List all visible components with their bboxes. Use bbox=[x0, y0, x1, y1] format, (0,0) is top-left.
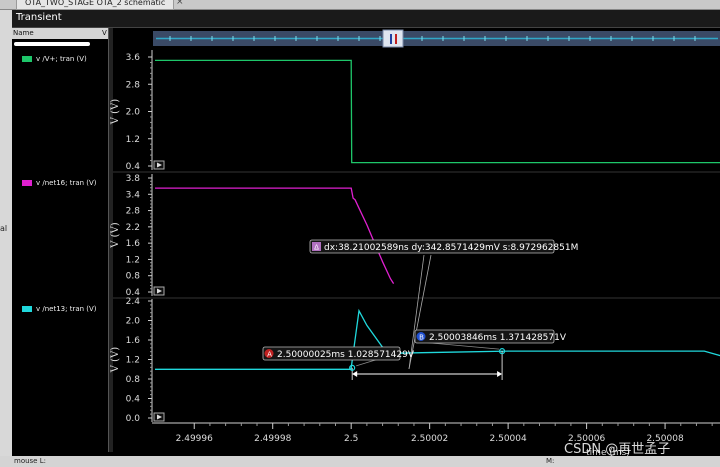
marker-b-label[interactable]: B 2.50003846ms 1.371428571V bbox=[414, 329, 567, 344]
y-axis-label: V (V) bbox=[110, 99, 121, 126]
scroll-thumb-grip-left bbox=[390, 34, 392, 44]
x-tick-label: 2.49996 bbox=[176, 434, 213, 444]
y-tick-label: 2.0 bbox=[126, 108, 141, 118]
marker-b-label-badge-text: B bbox=[419, 334, 424, 342]
scroll-thumb-icon[interactable] bbox=[382, 29, 404, 48]
y-tick-label: 2.2 bbox=[126, 223, 140, 233]
y-tick-label: 0.4 bbox=[126, 395, 141, 405]
x-tick-label: 2.50004 bbox=[490, 434, 527, 444]
y-tick-label: 0.4 bbox=[126, 162, 141, 172]
y-tick-label: 1.2 bbox=[126, 356, 140, 366]
marker-play-icon[interactable] bbox=[153, 412, 165, 422]
x-tick-label: 2.50002 bbox=[411, 434, 448, 444]
series-line-1-1[interactable] bbox=[155, 59, 720, 164]
marker-play-icon[interactable] bbox=[153, 160, 165, 170]
y-tick-label: 1.2 bbox=[126, 135, 140, 145]
watermark: CSDN @再世孟子 bbox=[564, 442, 670, 457]
y-tick-label: 0.8 bbox=[126, 375, 141, 385]
y-tick-label: 1.6 bbox=[126, 239, 141, 249]
waveform-plot[interactable]: 3.6 2.8 2.0 1.2 0.4 V (V) 3.8 3.4 2.8 2.2 1.6 1.2 0.… bbox=[0, 0, 720, 467]
y-tick-label: 2.8 bbox=[126, 80, 141, 90]
y-tick-label: 3.6 bbox=[126, 53, 141, 63]
series-line-2-1[interactable] bbox=[155, 187, 395, 284]
y-tick-label: 1.2 bbox=[126, 255, 140, 265]
y-tick-label: 1.6 bbox=[126, 336, 141, 346]
status-bar: mouse L: M: bbox=[0, 456, 720, 467]
overview-scrollbar[interactable] bbox=[153, 29, 720, 48]
y-axis-label: V (V) bbox=[110, 347, 121, 374]
marker-play-icon[interactable] bbox=[153, 286, 165, 296]
y-tick-label: 2.8 bbox=[126, 207, 141, 217]
status-left: mouse L: bbox=[14, 457, 46, 465]
marker-a-label[interactable]: A 2.50000025ms 1.028571429V bbox=[262, 346, 415, 361]
y-axis-label: V (V) bbox=[110, 222, 121, 249]
delta-label-text: dx:38.21002589ns dy:342.8571429mV s:8.97… bbox=[324, 243, 578, 253]
plot-panel-1[interactable]: 3.6 2.8 2.0 1.2 0.4 V (V) bbox=[110, 50, 720, 173]
marker-a-label-text: 2.50000025ms 1.028571429V bbox=[277, 350, 415, 360]
y-tick-label: 2.4 bbox=[126, 297, 141, 307]
delta-label-badge-text: Δ bbox=[314, 244, 319, 252]
delta-arrow-right bbox=[497, 371, 503, 377]
delta-arrow-left bbox=[352, 371, 358, 377]
x-tick-label: 2.49998 bbox=[254, 434, 291, 444]
delta-label[interactable]: Δdx:38.21002589ns dy:342.8571429mV s:8.9… bbox=[309, 239, 578, 254]
y-tick-label: 3.4 bbox=[126, 190, 141, 200]
plot-panel-3[interactable]: 2.4 2.0 1.6 1.2 0.8 0.4 0.0 V (V) bbox=[110, 297, 720, 424]
scroll-thumb-grip-right bbox=[395, 34, 397, 44]
y-tick-label: 0.0 bbox=[126, 414, 141, 424]
y-tick-label: 3.8 bbox=[126, 174, 141, 184]
status-right: M: bbox=[546, 457, 555, 465]
plot-panel-2[interactable]: 3.83.42.82.21.61.20.80.4V (V) bbox=[110, 174, 720, 299]
marker-b-label-text: 2.50003846ms 1.371428571V bbox=[429, 333, 567, 343]
x-tick-label: 2.5 bbox=[344, 434, 358, 444]
y-tick-label: 0.8 bbox=[126, 272, 141, 282]
y-tick-label: 2.0 bbox=[126, 317, 141, 327]
marker-a-label-badge-text: A bbox=[267, 351, 272, 359]
